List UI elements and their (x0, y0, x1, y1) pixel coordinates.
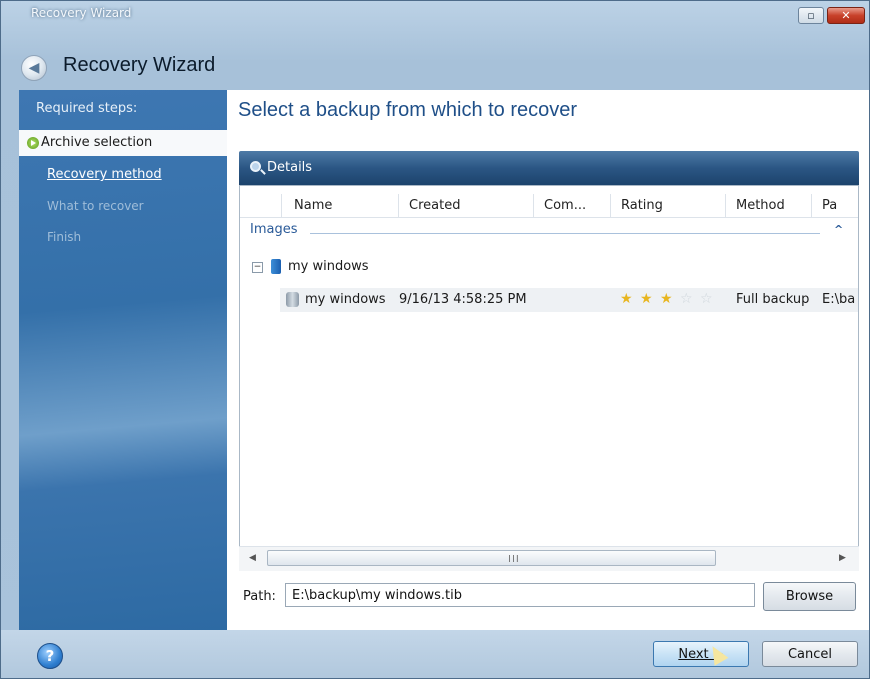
step-what-to-recover: What to recover (47, 199, 144, 213)
cancel-label: Cancel (787, 646, 833, 662)
steps-sidebar: Required steps: Archive selection Recove… (19, 90, 227, 630)
scroll-grip-icon: III (508, 554, 520, 565)
row-method: Full backup (736, 292, 810, 307)
close-icon: ✕ (841, 9, 851, 22)
column-header-name[interactable]: Name (282, 194, 399, 217)
rating-star-icon: ★ (620, 291, 633, 307)
close-button[interactable]: ✕ (827, 7, 865, 24)
page-title: Select a backup from which to recover (238, 99, 578, 121)
group-divider (310, 233, 820, 234)
back-button[interactable]: ◀ (21, 55, 47, 81)
backups-list: Name Created Com... Rating Method Pa Ima… (239, 185, 859, 571)
column-header-created[interactable]: Created (399, 194, 534, 217)
scroll-thumb[interactable]: III (267, 550, 716, 566)
details-bar[interactable]: Details (239, 151, 859, 185)
column-header-method[interactable]: Method (726, 194, 812, 217)
column-header-comment[interactable]: Com... (534, 194, 611, 217)
column-header-blank (240, 194, 282, 217)
current-step-arrow-icon (27, 137, 39, 149)
rating-star-icon: ★ (660, 291, 673, 307)
step-label: Archive selection (41, 135, 153, 150)
row-created: 9/16/13 4:58:25 PM (399, 292, 527, 307)
wizard-header: ◀ Recovery Wizard (1, 41, 869, 89)
tree-node-label: my windows (288, 259, 369, 274)
rating-star-icon: ★ (640, 291, 653, 307)
maximize-icon: ▫ (807, 9, 815, 22)
recovery-wizard-window: Recovery Wizard ▫ ✕ ◀ Recovery Wizard Re… (0, 0, 870, 679)
required-steps-label: Required steps: (36, 101, 138, 116)
scroll-right-icon[interactable]: ▶ (839, 553, 846, 563)
row-name: my windows (305, 292, 386, 307)
column-header-path[interactable]: Pa (812, 194, 858, 217)
main-panel: Select a backup from which to recover De… (227, 90, 869, 630)
group-images-label: Images (250, 222, 298, 237)
rating-star-icon: ☆ (680, 291, 693, 307)
computer-icon (271, 259, 281, 274)
details-label: Details (267, 160, 313, 175)
app-title: Recovery Wizard (63, 54, 216, 76)
path-input[interactable] (285, 583, 755, 607)
horizontal-scrollbar[interactable]: ◀ III ▶ (239, 546, 859, 571)
path-row: Path: Browse (239, 580, 859, 612)
back-arrow-icon: ◀ (28, 60, 40, 76)
rating-star-icon: ☆ (700, 291, 713, 307)
step-recovery-method[interactable]: Recovery method (19, 162, 227, 188)
backup-disk-icon (286, 292, 299, 307)
window-title: Recovery Wizard (31, 6, 132, 20)
browse-button[interactable]: Browse (763, 582, 856, 611)
title-bar: Recovery Wizard ▫ ✕ (1, 1, 869, 29)
step-archive-selection[interactable]: Archive selection (19, 130, 227, 156)
maximize-button[interactable]: ▫ (798, 7, 824, 24)
table-row[interactable]: my windows 9/16/13 4:58:25 PM ★ ★ ★ ☆ ☆ Full… (280, 288, 858, 312)
help-icon[interactable]: ? (37, 643, 63, 669)
magnifier-icon (250, 161, 261, 172)
scroll-left-icon[interactable]: ◀ (249, 553, 256, 563)
column-header-row: Name Created Com... Rating Method Pa (240, 194, 858, 218)
collapse-group-icon[interactable]: ^ (834, 223, 843, 236)
collapse-node-icon[interactable]: − (252, 262, 263, 273)
row-path: E:\ba (822, 292, 856, 307)
path-label: Path: (243, 589, 276, 604)
cancel-button[interactable]: Cancel (762, 641, 858, 667)
step-finish: Finish (47, 230, 82, 244)
column-header-rating[interactable]: Rating (611, 194, 726, 217)
next-button[interactable]: Next > (653, 641, 749, 667)
